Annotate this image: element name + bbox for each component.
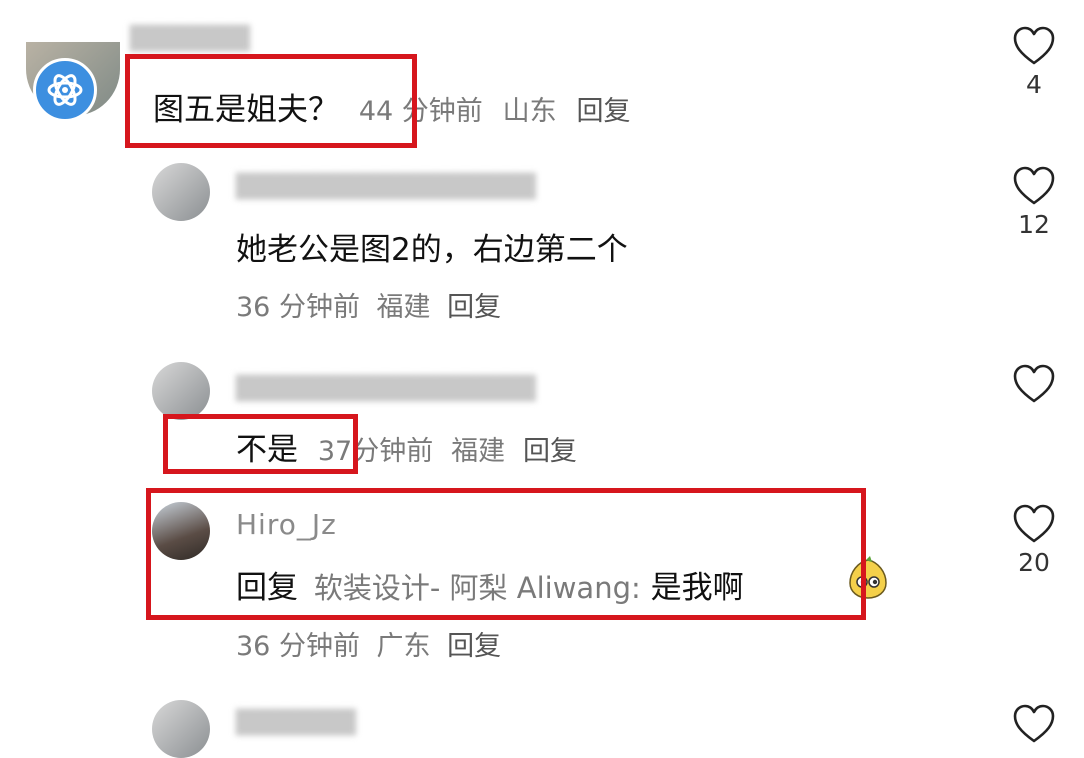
comment-location: 福建 [451, 436, 506, 467]
heart-outline-icon [1013, 704, 1055, 743]
comment-location: 山东 [502, 96, 557, 127]
reply-button[interactable]: 回复 [447, 631, 501, 662]
like-button[interactable]: 4 [1004, 26, 1064, 99]
comment-body: 她老公是图2的，右边第二个 [236, 232, 628, 268]
heart-outline-icon [1013, 504, 1055, 543]
reply-button[interactable]: 回复 [523, 436, 577, 467]
comment-location: 广东 [376, 631, 431, 662]
comment-location: 福建 [376, 292, 431, 323]
reply-button[interactable]: 回复 [447, 292, 501, 323]
avatar[interactable] [152, 163, 210, 221]
like-button[interactable] [1004, 364, 1064, 404]
atom-badge-icon [33, 58, 97, 122]
like-button[interactable]: 12 [1004, 166, 1064, 239]
username-blurred: ▇▇▇▇▇▇ [236, 706, 356, 736]
heart-outline-icon [1013, 364, 1055, 403]
username-blurred: ▇▇▇▇▇▇▇▇▇▇▇▇▇▇▇ [236, 372, 536, 402]
avatar[interactable] [152, 700, 210, 758]
comment-meta: 36 分钟前 福建 回复 [236, 285, 501, 324]
comment-time: 36 分钟前 [236, 292, 360, 323]
heart-outline-icon [1013, 26, 1055, 65]
highlight-box [125, 54, 417, 148]
comment-time: 36 分钟前 [236, 631, 360, 662]
highlight-box [163, 414, 358, 474]
like-count: 20 [1018, 548, 1050, 577]
username-blurred: ▇▇▇▇▇▇ [130, 22, 250, 52]
highlight-box [146, 488, 866, 620]
like-count: 12 [1018, 210, 1050, 239]
like-button[interactable] [1004, 704, 1064, 744]
avatar[interactable] [152, 362, 210, 420]
comment-meta: 36 分钟前 广东 回复 [236, 624, 501, 663]
like-count: 4 [1026, 70, 1042, 99]
reply-button[interactable]: 回复 [577, 96, 631, 127]
like-button[interactable]: 20 [1004, 504, 1064, 577]
heart-outline-icon [1013, 166, 1055, 205]
username-blurred: ▇▇▇▇▇▇▇▇▇▇▇▇▇▇▇ [236, 170, 536, 200]
